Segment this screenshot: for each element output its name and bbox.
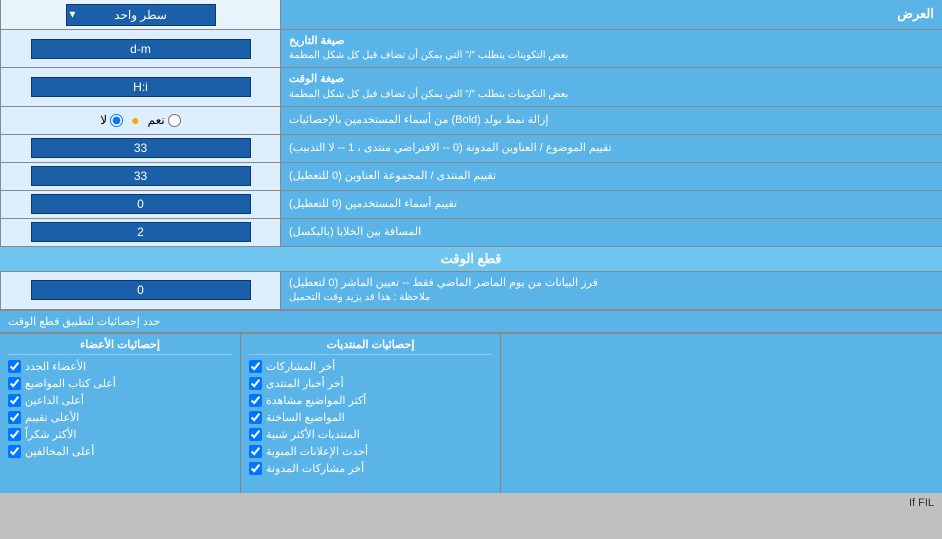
footer-text: If FIL (0, 493, 942, 513)
user-names-label: تقييم أسماء المستخدمين (0 للتعطيل) (289, 197, 457, 212)
col1-header: إحصائيات المنتديات (249, 338, 492, 355)
radio-indicator: ● (131, 112, 139, 128)
time-cut-title: قطع الوقت (441, 251, 502, 267)
list-item: أخر مشاركات المدونة (249, 460, 492, 477)
bold-names-label: إزالة نمط بولد (Bold) من أسماء المستخدمي… (289, 113, 548, 128)
user-names-input[interactable] (31, 194, 251, 214)
list-item: المنتديات الأكثر شبية (249, 426, 492, 443)
radio-no-label[interactable]: لا (100, 113, 123, 127)
date-format-input[interactable] (31, 39, 251, 59)
time-cut-row-label: فرز البيانات من يوم الماضر الماضي فقط --… (289, 276, 598, 291)
checkbox-forum-2[interactable] (249, 377, 262, 390)
checkbox-member-2[interactable] (8, 377, 21, 390)
display-dropdown[interactable]: سطر واحد (66, 4, 216, 26)
checkbox-forum-1[interactable] (249, 360, 262, 373)
list-item: الأعلى تقييم (8, 409, 232, 426)
time-cut-note: ملاحظة : هذا قد يزيد وقت التحميل (289, 291, 430, 305)
forum-order-label: تقييم المنتدى / المجموعة العناوين (0 للت… (289, 169, 496, 184)
radio-yes-label[interactable]: نعم (148, 113, 181, 127)
checkbox-forum-5[interactable] (249, 428, 262, 441)
time-format-input[interactable] (31, 77, 251, 97)
time-format-label: صيغة الوقت (289, 72, 344, 87)
list-item: الأكثر شكراً (8, 426, 232, 443)
list-item: أخر المشاركات (249, 358, 492, 375)
time-format-sublabel: بعض التكوينات يتطلب "/" التي يمكن أن تضا… (289, 88, 568, 102)
radio-no[interactable] (110, 114, 123, 127)
list-item: أعلى كتاب المواضيع (8, 375, 232, 392)
radio-yes-text: نعم (148, 113, 165, 127)
bold-names-radio-group: نعم ● لا (100, 112, 180, 128)
topic-order-input[interactable] (31, 138, 251, 158)
forum-order-input[interactable] (31, 166, 251, 186)
checkbox-member-3[interactable] (8, 394, 21, 407)
radio-no-text: لا (100, 113, 107, 127)
col2-header: إحصائيات الأعضاء (8, 338, 232, 355)
limit-label: حدد إحصائيات لتطبيق قطع الوقت (8, 315, 160, 328)
list-item: المواضيع الساخنة (249, 409, 492, 426)
list-item: أعلى الداعين (8, 392, 232, 409)
checkbox-forum-4[interactable] (249, 411, 262, 424)
checkbox-member-5[interactable] (8, 428, 21, 441)
checkbox-member-4[interactable] (8, 411, 21, 424)
checkbox-forum-3[interactable] (249, 394, 262, 407)
radio-yes[interactable] (168, 114, 181, 127)
list-item: أكثر المواضيع مشاهدة (249, 392, 492, 409)
cell-spacing-label: المسافة بين الخلايا (بالبكسل) (289, 225, 421, 240)
topic-order-label: تقييم الموضوع / العناوين المدونة (0 -- ا… (289, 141, 612, 156)
date-format-label: صيغة التاريخ (289, 34, 344, 49)
checkbox-member-6[interactable] (8, 445, 21, 458)
checkbox-forum-6[interactable] (249, 445, 262, 458)
list-item: الأعضاء الجدد (8, 358, 232, 375)
list-item: أعلى المخالفين (8, 443, 232, 460)
list-item: أخر أخبار المنتدى (249, 375, 492, 392)
time-cut-input[interactable] (31, 280, 251, 300)
list-item: أحدث الإعلانات المبوية (249, 443, 492, 460)
checkbox-forum-7[interactable] (249, 462, 262, 475)
cell-spacing-input[interactable] (31, 222, 251, 242)
page-title: العرض (897, 5, 934, 23)
date-format-sublabel: بعض التكوينات يتطلب "/" التي يمكن أن تضا… (289, 49, 568, 63)
checkbox-member-1[interactable] (8, 360, 21, 373)
